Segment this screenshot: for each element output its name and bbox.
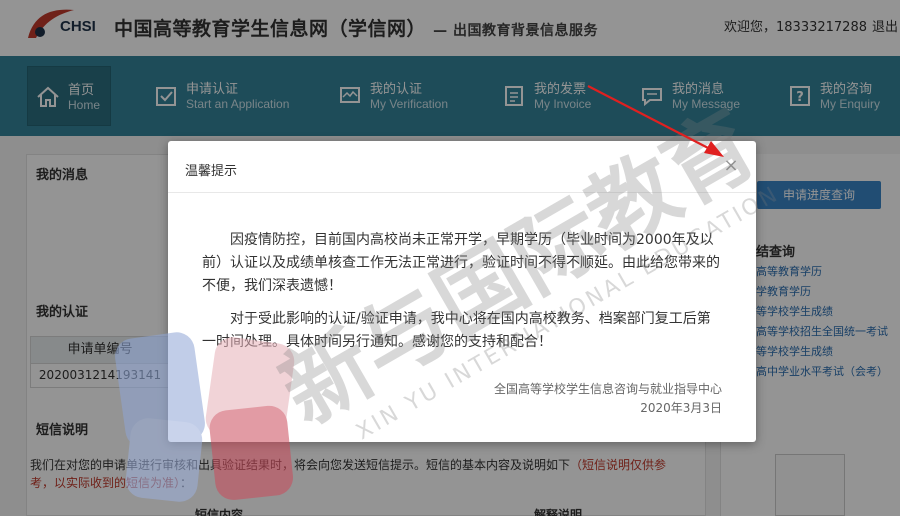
dialog-paragraph: 对于受此影响的认证/验证申请，我中心将在国内高校教务、档案部门复工后第一时间处理… — [202, 311, 711, 350]
dialog-paragraph: 因疫情防控，目前国内高校尚未正常开学，早期学历（毕业时间为2000年及以前）认证… — [202, 232, 720, 294]
dialog-body: 因疫情防控，目前国内高校尚未正常开学，早期学历（毕业时间为2000年及以前）认证… — [202, 229, 722, 364]
dialog-title: 温馨提示 — [185, 164, 238, 179]
notice-dialog: 温馨提示 × 因疫情防控，目前国内高校尚未正常开学，早期学历（毕业时间为2000… — [168, 141, 756, 442]
dialog-signature-org: 全国高等学校学生信息咨询与就业指导中心 — [493, 382, 722, 396]
close-icon[interactable]: × — [720, 155, 742, 177]
dialog-signature-date: 2020年3月3日 — [640, 401, 722, 415]
dialog-header: 温馨提示 × — [168, 141, 756, 193]
